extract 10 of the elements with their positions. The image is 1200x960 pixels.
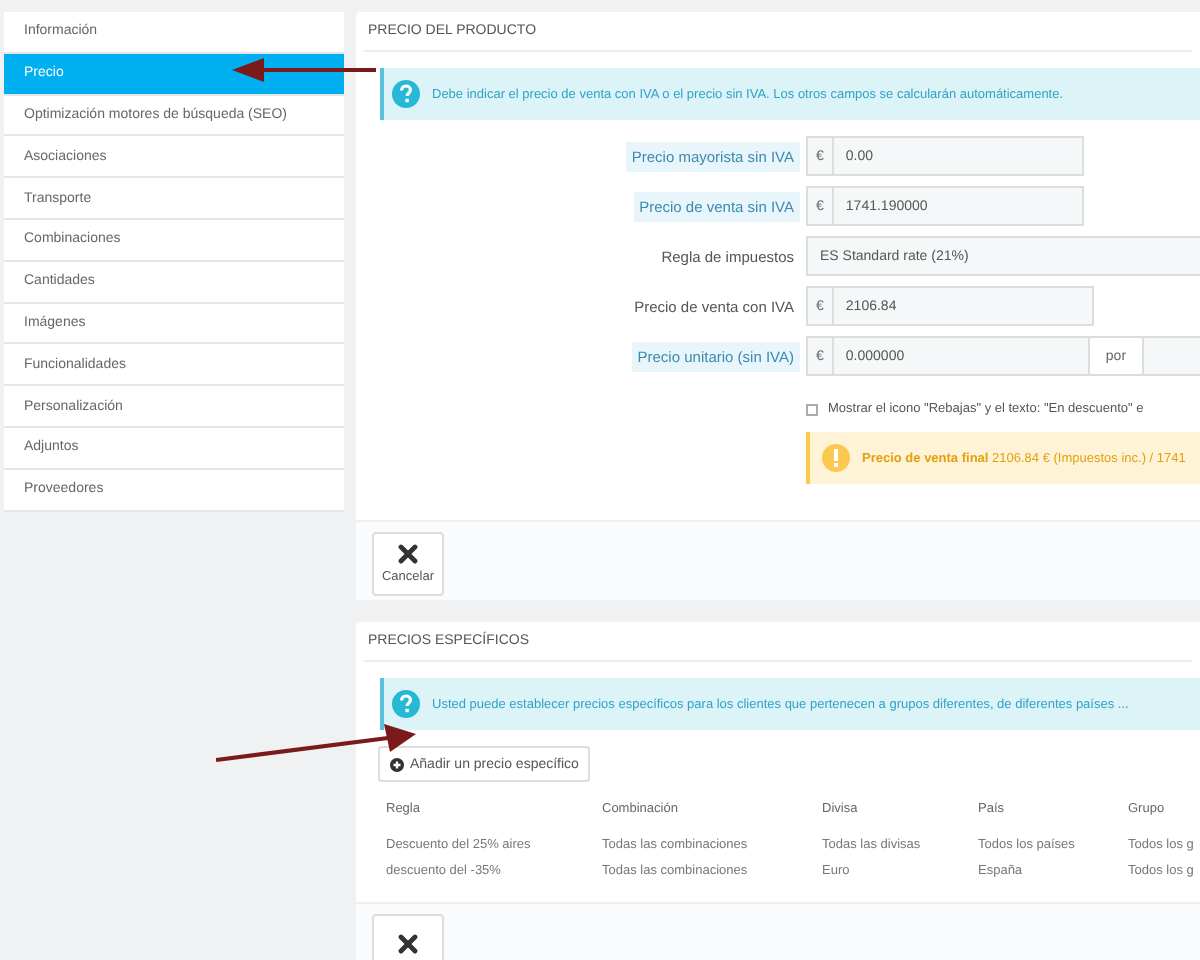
- cancel-button[interactable]: [372, 914, 444, 960]
- annotation-arrow: [232, 58, 376, 82]
- close-icon: [398, 934, 418, 954]
- help-icon: [392, 80, 420, 108]
- unit-input[interactable]: [1144, 336, 1200, 376]
- help-icon: [392, 690, 420, 718]
- checkbox[interactable]: [806, 403, 818, 415]
- plus-circle-icon: [390, 757, 404, 771]
- warning-icon: [822, 444, 850, 472]
- close-icon: [398, 544, 418, 564]
